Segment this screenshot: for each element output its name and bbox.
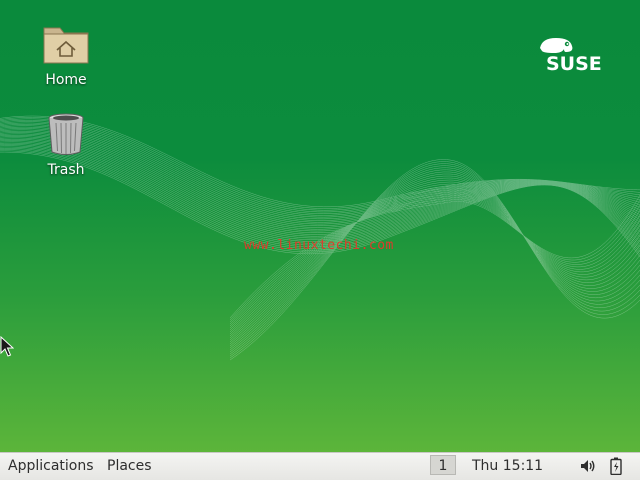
- clock[interactable]: Thu 15:11: [472, 457, 543, 475]
- bottom-panel: Applications Places 1 Thu 15:11: [0, 452, 640, 480]
- battery-icon[interactable]: [610, 457, 622, 475]
- applications-menu[interactable]: Applications: [4, 457, 98, 475]
- desktop-icon-home[interactable]: Home: [28, 20, 104, 88]
- desktop-icon-label: Home: [45, 72, 87, 88]
- trash-can-icon: [48, 113, 84, 155]
- home-folder-icon: [43, 27, 89, 64]
- suse-logo-text: SUSE: [546, 53, 602, 74]
- places-menu[interactable]: Places: [103, 457, 156, 475]
- volume-icon[interactable]: [580, 458, 596, 474]
- desktop-icon-label: Trash: [47, 162, 85, 178]
- workspace-switcher[interactable]: 1: [430, 455, 456, 475]
- suse-logo: SUSE: [540, 38, 602, 74]
- watermark-text: www.linuxtechi.com: [244, 238, 394, 253]
- desktop[interactable]: Home Trash www.linuxtechi.com SUSE: [0, 0, 640, 452]
- mouse-pointer-icon: [0, 336, 14, 357]
- desktop-icon-trash[interactable]: Trash: [28, 110, 104, 178]
